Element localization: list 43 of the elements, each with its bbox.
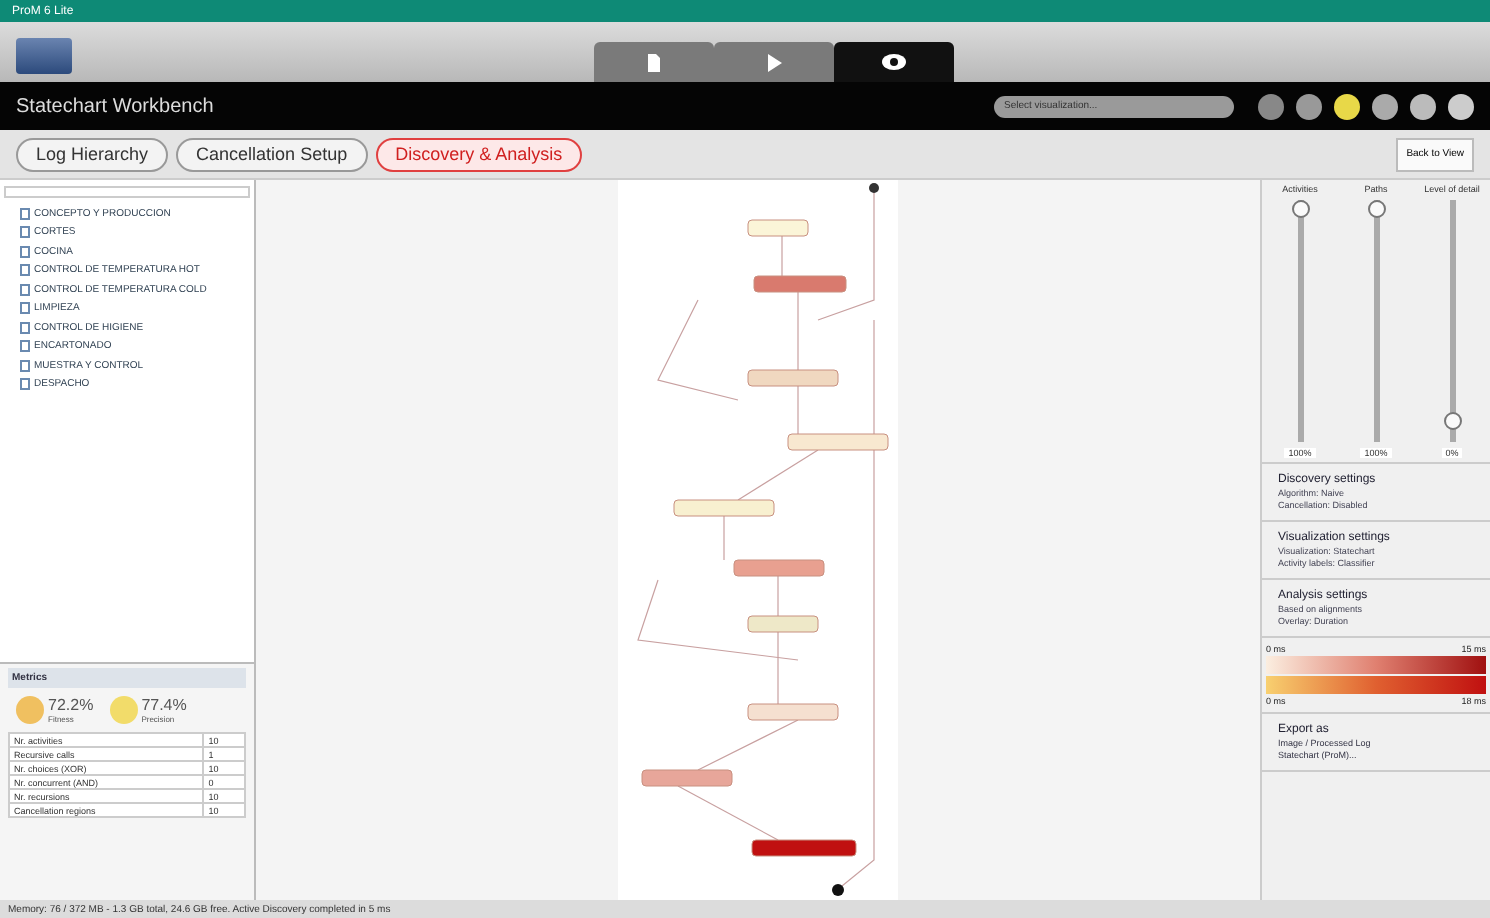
transition-line [677,785,779,841]
slider-track[interactable] [1297,200,1303,442]
gauge-value: 77.4% [141,696,187,714]
toolbar-icon[interactable] [1448,93,1474,119]
slider-thumb[interactable] [1291,200,1309,218]
state-node [787,433,889,451]
transition-line [797,385,799,435]
gauge-value: 72.2% [48,696,94,714]
eye-icon [881,54,905,70]
transition-line [781,235,783,277]
play-icon [765,53,781,71]
state-node [751,839,857,857]
transition-line [657,299,739,401]
transition-line [723,515,725,561]
toolbar-icon[interactable] [1258,93,1284,119]
slider-thumb[interactable] [1367,200,1385,218]
breadcrumb-tab[interactable]: Discovery & Analysis [375,137,583,171]
workbench-title: Statechart Workbench [16,95,216,117]
toolbar-icon[interactable] [1372,93,1398,119]
toolbar-icon[interactable] [1296,93,1322,119]
document-icon [645,53,661,71]
breadcrumb-tab[interactable]: Log Hierarchy [16,137,169,171]
toolbar-icon[interactable] [1334,93,1360,119]
slider-track[interactable] [1449,200,1455,442]
state-node [733,559,825,577]
state-node [673,499,775,517]
transition-line [797,291,799,371]
state-node [747,615,819,633]
slider-thumb[interactable] [1443,412,1461,431]
state-node [747,703,839,721]
logo-icon [16,38,72,74]
toolbar-icon[interactable] [1410,93,1436,119]
transition-line [697,719,799,771]
state-node [747,219,809,237]
state-node [641,769,733,787]
mode-tab[interactable] [833,42,953,82]
slider-track[interactable] [1373,200,1379,442]
end-node [832,884,844,896]
state-node [753,275,847,293]
breadcrumb-tab[interactable]: Cancellation Setup [176,137,368,171]
transition-line [737,449,819,501]
start-node [869,183,879,193]
state-node [747,369,839,387]
